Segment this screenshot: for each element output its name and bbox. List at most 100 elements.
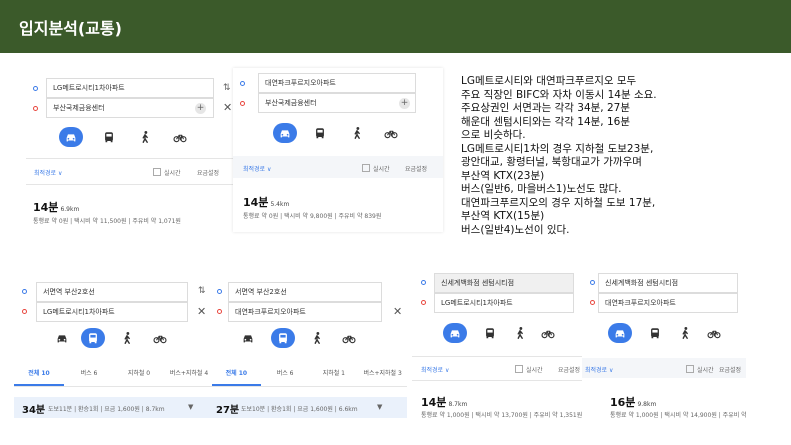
description-line: 대연파크푸르지오의 경우 지하철 도보 17분, [461, 196, 656, 209]
route-filter-dropdown[interactable]: 최적경로 ∨ [34, 168, 62, 177]
car-mode-button[interactable] [273, 123, 297, 143]
divider [412, 380, 587, 381]
bike-mode-button[interactable] [379, 123, 403, 143]
bus-mode-button[interactable] [478, 323, 502, 343]
car-mode-button[interactable] [236, 328, 260, 348]
divider [14, 386, 214, 387]
bus-icon [486, 328, 494, 339]
description-line: LG메트로시티1차의 경우 지하철 도보23분, [461, 142, 654, 155]
walk-mode-button[interactable] [133, 127, 157, 147]
bike-mode-button[interactable] [168, 127, 192, 147]
walk-icon [142, 131, 148, 143]
origin-dot-icon [33, 86, 38, 91]
travel-time: 27분 [216, 405, 240, 416]
destination-input[interactable]: 대연파크푸르지오아파트 [598, 293, 738, 313]
add-waypoint-icon[interactable]: + [195, 103, 206, 114]
origin-input[interactable]: 서면역 부산2호선 [36, 282, 188, 302]
travel-time-value: 14분 [33, 201, 59, 214]
route-filter-dropdown[interactable]: 최적경로 ∨ [243, 164, 271, 173]
close-icon[interactable]: ✕ [223, 101, 232, 114]
description-line: 광안대교, 황령터널, 북항대교가 가까우며 [461, 156, 642, 168]
walk-mode-button[interactable] [345, 123, 369, 143]
origin-input[interactable]: 서면역 부산2호선 [228, 282, 382, 302]
tab-bus[interactable]: 버스 6 [64, 362, 114, 386]
car-mode-button[interactable] [608, 323, 632, 343]
route-panel-transit-seomyeon-lg: 서면역 부산2호선 LG메트로시티1차아파트 ⇅ ✕ 전체 10 버스 6 지하… [14, 278, 214, 418]
car-icon [615, 330, 625, 338]
travel-time: 34분 [22, 405, 46, 416]
swap-icon[interactable]: ⇅ [223, 83, 231, 93]
bike-icon [541, 330, 555, 339]
realtime-checkbox[interactable]: 실시간 [686, 365, 714, 374]
expand-icon[interactable]: ▼ [188, 403, 193, 411]
destination-input[interactable]: LG메트로시티1차아파트 [434, 293, 574, 313]
origin-input[interactable]: 신세계백화점 센텀시티점 [598, 273, 738, 293]
car-icon [450, 330, 460, 338]
bus-mode-button[interactable] [308, 123, 332, 143]
destination-dot-icon [240, 101, 245, 106]
route-filter-dropdown[interactable]: 최적경로 ∨ [421, 365, 449, 374]
fare-settings-link[interactable]: 요금설정 [405, 164, 427, 173]
swap-icon[interactable]: ⇅ [198, 286, 206, 296]
route-filter-dropdown[interactable]: 최적경로 ∨ [585, 365, 613, 374]
realtime-checkbox[interactable]: 실시간 [515, 365, 543, 374]
realtime-checkbox[interactable]: 실시간 [362, 164, 390, 173]
fare-settings-link[interactable]: 요금설정 [197, 168, 219, 177]
destination-input[interactable]: 부산국제금융센터 [258, 93, 416, 113]
close-icon[interactable]: ✕ [197, 305, 206, 318]
tab-bus-subway[interactable]: 버스+지하철 3 [358, 362, 407, 386]
origin-input[interactable]: LG메트로시티1차아파트 [46, 78, 214, 98]
bike-icon [342, 335, 356, 344]
destination-input[interactable]: LG메트로시티1차아파트 [36, 302, 188, 322]
origin-dot-icon [240, 81, 245, 86]
fare-settings-link[interactable]: 요금설정 [558, 365, 580, 374]
bus-mode-button[interactable] [81, 328, 105, 348]
destination-input[interactable]: 대연파크푸르지오아파트 [228, 302, 382, 322]
route-panel-car-centum-daeyeon: 신세계백화점 센텀시티점 대연파크푸르지오아파트 최적경로 ∨ 실시간 요금설정… [582, 268, 746, 423]
close-icon[interactable]: ✕ [393, 305, 402, 318]
destination-dot-icon [33, 106, 38, 111]
walk-mode-button[interactable] [508, 323, 532, 343]
tab-all[interactable]: 전체 10 [212, 362, 261, 386]
bike-mode-button[interactable] [702, 323, 726, 343]
bike-mode-button[interactable] [337, 328, 361, 348]
walk-mode-button[interactable] [305, 328, 329, 348]
bus-icon [316, 128, 324, 139]
bus-mode-button[interactable] [643, 323, 667, 343]
tab-subway[interactable]: 지하철 1 [310, 362, 359, 386]
car-mode-button[interactable] [50, 328, 74, 348]
bike-icon [173, 134, 187, 143]
bus-mode-button[interactable] [97, 127, 121, 147]
car-mode-button[interactable] [443, 323, 467, 343]
cost-summary: 통행료 약 1,000원 | 택시비 약 13,700원 | 주유비 약 1,3… [421, 412, 583, 419]
description-line: 주요상권인 서면과는 각각 34분, 27분 [461, 102, 630, 114]
destination-input[interactable]: 부산국제금융센터 [46, 98, 214, 118]
distance: 8.7km [448, 401, 468, 408]
bike-mode-button[interactable] [148, 328, 172, 348]
fare-settings-link[interactable]: 요금설정 [719, 365, 741, 374]
bike-mode-button[interactable] [536, 323, 560, 343]
origin-input[interactable]: 대연파크푸르지오아파트 [258, 73, 416, 93]
tab-all[interactable]: 전체 10 [14, 362, 64, 386]
tab-subway[interactable]: 지하철 0 [114, 362, 164, 386]
origin-input[interactable]: 신세계백화점 센텀시티점 [434, 273, 574, 293]
route-result[interactable]: 27분 도보10분 | 환승1회 | 요금 1,600원 | 6.6km ▼ [212, 397, 407, 418]
car-icon [280, 130, 290, 138]
distance: 5.4km [270, 201, 290, 208]
add-waypoint-icon[interactable]: + [399, 98, 410, 109]
walk-mode-button[interactable] [673, 323, 697, 343]
route-detail: 도보10분 | 환승1회 | 요금 1,600원 | 6.6km [241, 406, 358, 413]
walk-icon [517, 327, 523, 339]
transit-tabs: 전체 10 버스 6 지하철 1 버스+지하철 3 [212, 362, 407, 386]
bus-mode-button[interactable] [271, 328, 295, 348]
expand-icon[interactable]: ▼ [377, 403, 382, 411]
walk-mode-button[interactable] [115, 328, 139, 348]
route-result[interactable]: 34분 도보11분 | 환승1회 | 요금 1,600원 | 8.7km ▼ [14, 397, 214, 418]
route-panel-car-daeyeon-bifc: 대연파크푸르지오아파트 부산국제금융센터 + 최적경로 ∨ 실시간 요금설정 1… [233, 68, 443, 232]
travel-time-value: 14분 [421, 396, 447, 409]
travel-time: 14분 5.4km [243, 194, 289, 210]
tab-bus-subway[interactable]: 버스+지하철 4 [164, 362, 214, 386]
tab-bus[interactable]: 버스 6 [261, 362, 310, 386]
realtime-checkbox[interactable]: 실시간 [153, 168, 181, 177]
car-mode-button[interactable] [59, 127, 83, 147]
